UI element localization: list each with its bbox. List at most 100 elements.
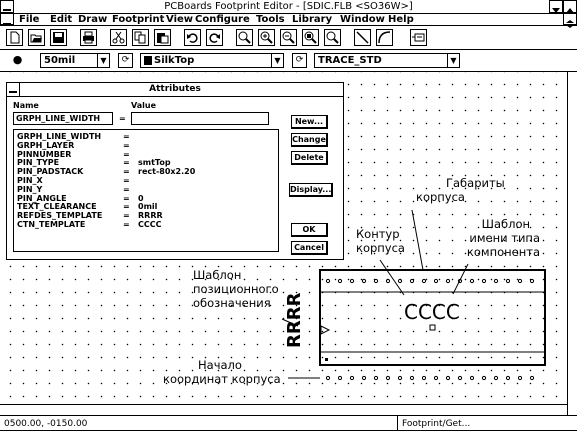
- menu-file[interactable]: File: [19, 14, 39, 25]
- zoom-in-icon[interactable]: [258, 29, 275, 46]
- value-field[interactable]: [131, 112, 269, 125]
- attribute-equals: =: [123, 184, 130, 194]
- pad: [493, 278, 499, 284]
- layer-cycle-icon[interactable]: ⟳: [118, 53, 133, 68]
- pad: [421, 375, 427, 381]
- zoom-window-icon[interactable]: [302, 29, 319, 46]
- layer-value: SilkTop: [154, 55, 195, 66]
- pad: [385, 375, 391, 381]
- attribute-row[interactable]: PINNUMBER =: [17, 149, 130, 159]
- menu-view[interactable]: View: [166, 14, 193, 25]
- attribute-value: RRRR: [138, 211, 163, 221]
- attribute-row[interactable]: GRPH_LINE_WIDTH =: [17, 132, 130, 141]
- pad: [409, 375, 415, 381]
- save-icon[interactable]: [50, 29, 67, 46]
- chevron-down-icon[interactable]: ▼: [447, 54, 459, 67]
- cut-icon[interactable]: [110, 29, 127, 46]
- attribute-name: PIN_PADSTACK: [17, 167, 84, 177]
- status-bar: 0500.00, -0150.00 Footprint/Get...: [0, 415, 577, 437]
- attribute-row[interactable]: PIN_Y =: [17, 185, 130, 194]
- refdes-icon[interactable]: [410, 29, 427, 46]
- pad: [481, 375, 487, 381]
- open-icon[interactable]: [28, 29, 45, 46]
- pad: [517, 278, 523, 284]
- attribute-name: PINNUMBER: [17, 149, 72, 159]
- arc-icon[interactable]: [376, 29, 393, 46]
- menu-edit[interactable]: Edit: [50, 14, 72, 25]
- attribute-row[interactable]: GRPH_LAYER =: [17, 140, 130, 150]
- pad: [469, 278, 475, 284]
- cancel-button[interactable]: Cancel: [291, 241, 328, 255]
- annotation-shablon-pozicion: Шаблон позиционного обозначения: [193, 268, 279, 310]
- trace-style-combo[interactable]: TRACE_STD ▼: [314, 53, 460, 68]
- new-button[interactable]: New...: [291, 115, 328, 129]
- menu-bar: File Edit Draw Footprint View Configure …: [0, 13, 577, 28]
- restore-button[interactable]: [563, 13, 577, 28]
- name-field[interactable]: GRPH_LINE_WIDTH: [13, 112, 113, 125]
- grid-value: 50mil: [44, 55, 76, 66]
- dialog-title: Attributes: [7, 83, 343, 97]
- attribute-row[interactable]: PIN_X =: [17, 176, 130, 185]
- menu-configure[interactable]: Configure: [195, 14, 250, 25]
- menu-library[interactable]: Library: [292, 14, 332, 25]
- attribute-equals: =: [123, 220, 130, 229]
- redo-icon[interactable]: [206, 29, 223, 46]
- attribute-row[interactable]: PIN_TYPE = smtTop: [17, 158, 171, 167]
- menu-window[interactable]: Window: [340, 14, 385, 25]
- snap-icon[interactable]: ●: [10, 53, 25, 68]
- line-icon[interactable]: [354, 29, 371, 46]
- attribute-row[interactable]: CTN_TEMPLATE = CCCC: [17, 220, 161, 229]
- zoom-out-icon[interactable]: [280, 29, 297, 46]
- horizontal-scrollbar[interactable]: [0, 404, 567, 415]
- chevron-down-icon[interactable]: ▼: [271, 54, 283, 67]
- attribute-row[interactable]: PIN_PADSTACK = rect-80x2.20: [17, 167, 195, 177]
- print-icon[interactable]: [80, 29, 97, 46]
- attribute-list[interactable]: GRPH_LINE_WIDTH = GRPH_LAYER = PINNUMBER = PIN…: [13, 129, 279, 252]
- pad: [361, 375, 367, 381]
- layer-combo[interactable]: SilkTop ▼: [140, 53, 284, 68]
- change-button[interactable]: Change: [291, 133, 328, 147]
- copy-icon[interactable]: [132, 29, 149, 46]
- display-button[interactable]: Display...: [289, 183, 333, 197]
- pad: [445, 278, 451, 284]
- layer-color-swatch: [144, 55, 152, 65]
- attribute-row[interactable]: TEXT_CLEARANCE = 0mil: [17, 202, 157, 211]
- pad: [529, 375, 535, 381]
- pad: [349, 375, 355, 381]
- chevron-down-icon[interactable]: ▼: [97, 54, 109, 67]
- minimize-button[interactable]: [549, 0, 563, 13]
- undo-icon[interactable]: [184, 29, 201, 46]
- attribute-name: GRPH_LAYER: [17, 140, 75, 150]
- maximize-button[interactable]: [563, 0, 577, 13]
- attribute-row[interactable]: REFDES_TEMPLATE = RRRR: [17, 211, 163, 220]
- trace-style-value: TRACE_STD: [318, 55, 382, 66]
- pad: [397, 278, 403, 284]
- pad: [397, 375, 403, 381]
- ok-button[interactable]: OK: [291, 223, 328, 237]
- title-bar: PCBoards Footprint Editor - [SDIC.FLB <S…: [0, 0, 577, 14]
- menu-help[interactable]: Help: [388, 14, 414, 25]
- pad: [373, 375, 379, 381]
- attribute-row[interactable]: PIN_ANGLE = 0: [17, 194, 144, 203]
- menu-footprint[interactable]: Footprint: [112, 14, 164, 25]
- pad: [529, 278, 535, 284]
- paste-icon[interactable]: [154, 29, 171, 46]
- menu-draw[interactable]: Draw: [78, 14, 107, 25]
- new-icon[interactable]: [6, 29, 23, 46]
- pad: [457, 375, 463, 381]
- delete-button[interactable]: Delete: [291, 151, 328, 165]
- value-label: Value: [131, 101, 157, 110]
- annotation-gabarity: Габариты корпуса: [416, 176, 505, 204]
- menu-tools[interactable]: Tools: [256, 14, 285, 25]
- vertical-scrollbar[interactable]: [567, 72, 577, 415]
- doc-system-menu-button[interactable]: [0, 13, 14, 25]
- grid-combo[interactable]: 50mil ▼: [40, 53, 110, 68]
- main-toolbar: [0, 26, 577, 50]
- pad: [517, 375, 523, 381]
- zoom-last-icon[interactable]: [324, 29, 341, 46]
- center-marker: [429, 324, 436, 331]
- attribute-value: 0mil: [138, 202, 158, 212]
- attribute-value: smtTop: [138, 158, 171, 168]
- zoom-fit-icon[interactable]: [236, 29, 253, 46]
- trace-cycle-icon[interactable]: ⟳: [292, 53, 307, 68]
